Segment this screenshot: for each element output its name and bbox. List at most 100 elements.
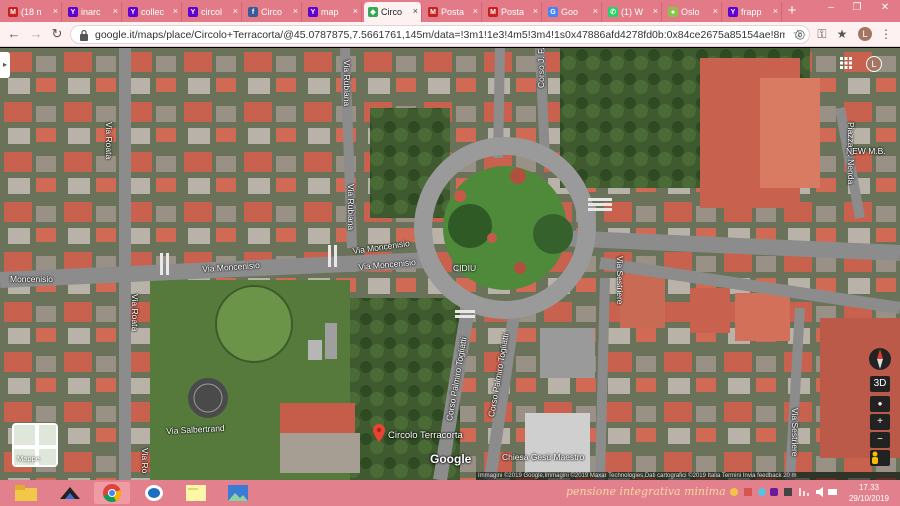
- browser-toolbar: ← → ↻ google.it/maps/place/Circolo+Terra…: [0, 22, 900, 47]
- tab-9[interactable]: G Goo ×: [544, 2, 602, 22]
- tab-label: Circo: [381, 7, 403, 17]
- tab-label: (1) W: [621, 7, 643, 17]
- restore-button[interactable]: ❐: [846, 0, 868, 18]
- tab-1[interactable]: Yinarc ×: [64, 2, 122, 22]
- tab-label: collec: [141, 7, 165, 17]
- pegman-control[interactable]: [870, 450, 890, 466]
- location-icon[interactable]: ◎: [792, 26, 808, 42]
- tab-label: Goo: [561, 7, 579, 17]
- tab-0[interactable]: M (18 n ×: [4, 2, 62, 22]
- yahoo-icon: Y: [128, 7, 138, 17]
- photos-button[interactable]: [220, 482, 256, 504]
- map-attribution: Immagini ©2019 Google,Immagini ©2019 Max…: [476, 472, 900, 480]
- sticky-notes-button[interactable]: [178, 482, 214, 504]
- system-tray-icons[interactable]: [728, 485, 838, 499]
- tab-label: frapp: [741, 7, 762, 17]
- tab-8[interactable]: M Posta ×: [484, 2, 542, 22]
- place-label[interactable]: Circolo Terracorta: [388, 430, 463, 441]
- tab-5[interactable]: Ymap ×: [304, 2, 362, 22]
- tab-11[interactable]: ● Oslo ×: [664, 2, 722, 22]
- map-account-avatar[interactable]: L: [866, 56, 882, 72]
- sticky-notes-icon: [186, 485, 206, 501]
- email-client-icon: [60, 487, 80, 499]
- tab-label: Posta: [441, 7, 465, 17]
- place-pin-icon[interactable]: [373, 424, 385, 442]
- key-icon[interactable]: ⚿: [814, 26, 830, 42]
- close-tab-icon[interactable]: ×: [293, 6, 298, 16]
- street-label: Via Sestriere: [615, 256, 625, 305]
- tilt-button[interactable]: ●: [870, 396, 890, 412]
- gmail-icon: M: [488, 7, 498, 17]
- close-tab-icon[interactable]: ×: [713, 6, 718, 16]
- close-window-button[interactable]: ✕: [874, 0, 896, 18]
- url-text: google.it/maps/place/Circolo+Terracorta/…: [95, 29, 785, 41]
- 3d-button[interactable]: 3D: [870, 376, 890, 392]
- map-type-toggle[interactable]: Mappe: [12, 423, 58, 467]
- zoom-in-button[interactable]: +: [870, 414, 890, 430]
- menu-dots-icon[interactable]: ⋮: [878, 26, 894, 42]
- file-explorer-button[interactable]: [8, 482, 44, 504]
- poi-label[interactable]: Chiesa Gesù Maestro: [502, 452, 584, 462]
- forward-arrow-icon[interactable]: →: [28, 26, 44, 42]
- tab-4[interactable]: f Circo ×: [244, 2, 302, 22]
- pegman-icon: [872, 451, 878, 464]
- star-extension-icon[interactable]: ★: [834, 26, 850, 42]
- tab-10[interactable]: ✆ (1) W ×: [604, 2, 662, 22]
- close-tab-icon[interactable]: ×: [353, 6, 358, 16]
- close-tab-icon[interactable]: ×: [473, 6, 478, 16]
- google-translate-icon: G: [548, 7, 558, 17]
- close-tab-icon[interactable]: ×: [113, 6, 118, 16]
- tab-label: map: [321, 7, 339, 17]
- taskbar: pensione integrativa minima 17.33 29/10/…: [0, 480, 900, 506]
- street-label: Via Roata: [104, 122, 114, 160]
- news-ticker[interactable]: pensione integrativa minima: [566, 485, 726, 498]
- outlook-icon: [145, 485, 163, 501]
- close-tab-icon[interactable]: ×: [773, 6, 778, 16]
- compass-control[interactable]: [868, 346, 892, 372]
- email-client-button[interactable]: [52, 482, 88, 504]
- whatsapp-icon: ✆: [608, 7, 618, 17]
- tab-7[interactable]: M Posta ×: [424, 2, 482, 22]
- tab-label: circol: [201, 7, 223, 17]
- map-type-label: Mappe: [17, 454, 40, 463]
- close-tab-icon[interactable]: ×: [173, 6, 178, 16]
- tab-6[interactable]: ◆ Circo ×: [364, 2, 422, 22]
- outlook-button[interactable]: [136, 482, 172, 504]
- address-bar[interactable]: google.it/maps/place/Circolo+Terracorta/…: [70, 25, 810, 44]
- tab-12[interactable]: Yfrapp ×: [724, 2, 782, 22]
- poi-label[interactable]: NEW M.B.: [846, 146, 886, 156]
- tab-label: Circo: [261, 7, 283, 17]
- close-tab-icon[interactable]: ×: [533, 6, 538, 16]
- close-tab-icon[interactable]: ×: [413, 6, 418, 16]
- gmail-icon: M: [428, 7, 438, 17]
- system-clock[interactable]: 17.33 29/10/2019: [840, 482, 898, 504]
- poi-label[interactable]: CIDIU: [453, 263, 476, 273]
- satellite-map[interactable]: Via Roata Via Rubiana Corso J. F. Kenned…: [0, 48, 900, 480]
- close-tab-icon[interactable]: ×: [593, 6, 598, 16]
- clock-date: 29/10/2019: [848, 494, 890, 503]
- new-tab-button[interactable]: +: [784, 2, 800, 20]
- compass-icon: [869, 348, 891, 370]
- minimize-button[interactable]: –: [820, 0, 842, 18]
- street-label: Moncenisio: [10, 274, 53, 284]
- back-arrow-icon[interactable]: ←: [6, 26, 22, 42]
- profile-avatar[interactable]: L: [858, 27, 872, 41]
- file-explorer-icon: [15, 485, 37, 501]
- close-tab-icon[interactable]: ×: [53, 6, 58, 16]
- reload-icon[interactable]: ↻: [49, 26, 65, 42]
- tab-3[interactable]: Ycircol ×: [184, 2, 242, 22]
- google-maps-icon: ◆: [368, 7, 378, 17]
- facebook-icon: f: [248, 7, 258, 17]
- close-tab-icon[interactable]: ×: [233, 6, 238, 16]
- yahoo-icon: Y: [308, 7, 318, 17]
- apps-grid-icon[interactable]: [840, 57, 852, 69]
- street-label: Via Roata: [130, 294, 140, 332]
- street-label: Corso J. F. Kennedy: [536, 48, 546, 88]
- zoom-out-button[interactable]: −: [870, 432, 890, 448]
- tab-2[interactable]: Ycollec ×: [124, 2, 182, 22]
- photos-icon: [228, 485, 248, 501]
- close-tab-icon[interactable]: ×: [653, 6, 658, 16]
- chrome-button[interactable]: [94, 482, 130, 504]
- street-label: Via Sestriere: [790, 408, 800, 457]
- side-panel-toggle[interactable]: ▸: [0, 52, 10, 78]
